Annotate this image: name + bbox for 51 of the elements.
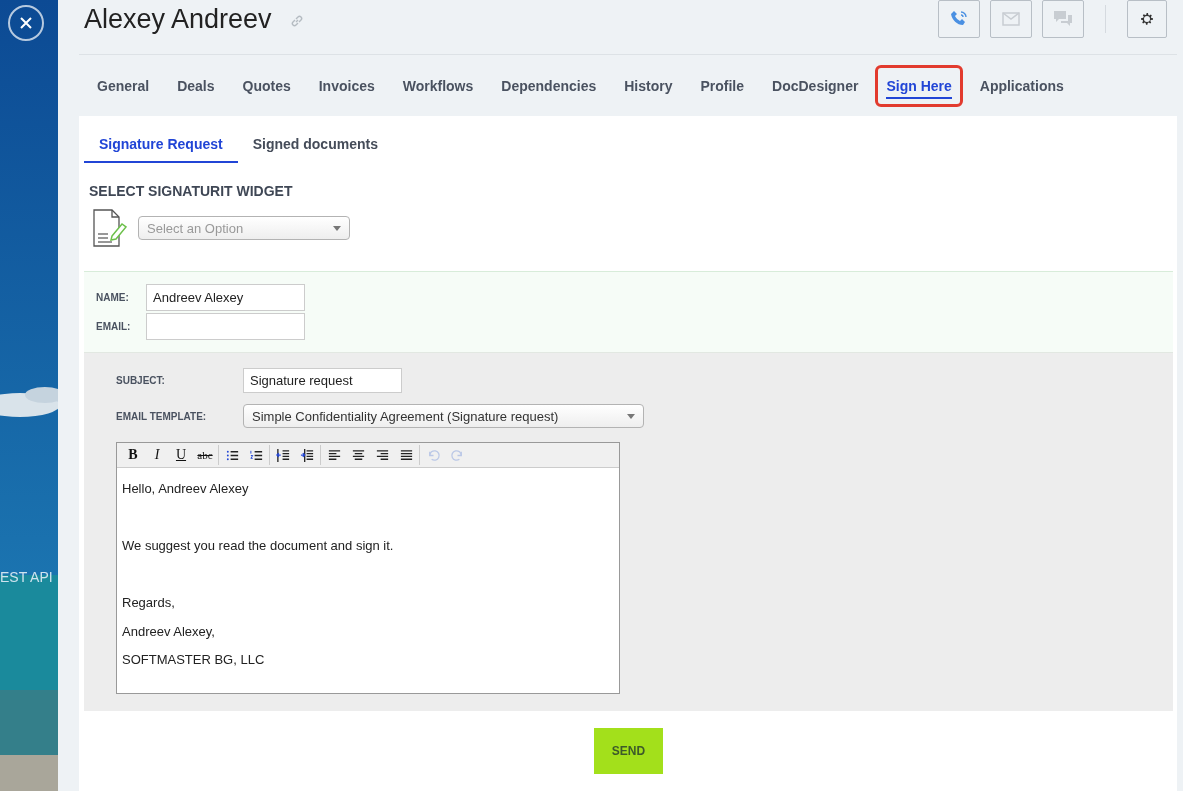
send-button[interactable]: SEND <box>594 728 663 774</box>
field-label: NAME: <box>96 292 130 303</box>
align-center-icon <box>350 447 366 463</box>
settings-icon <box>1138 10 1156 28</box>
mail-icon <box>1001 11 1021 27</box>
tab[interactable]: Dependencies <box>490 64 608 107</box>
tab[interactable]: DocDesigner <box>761 64 870 107</box>
subtab[interactable]: Signed documents <box>237 126 393 163</box>
subject-field[interactable]: Signature request <box>243 367 402 393</box>
template-select[interactable]: Simple Confidentiality Agreement (Signature request) <box>243 404 644 428</box>
field-label: SUBJECT: <box>116 374 165 386</box>
underline-button[interactable]: U <box>169 445 193 465</box>
dropdown-caret-icon <box>627 413 635 419</box>
tab[interactable]: Applications <box>968 64 1075 107</box>
field-label: EMAIL TEMPLATE: <box>116 410 207 422</box>
redo-icon <box>449 447 465 463</box>
tab[interactable]: History <box>613 64 684 107</box>
background-text: EST API <box>0 569 53 585</box>
tab[interactable]: Sign Here <box>875 64 963 107</box>
indent-icon <box>299 447 315 463</box>
bold-button[interactable]: B <box>121 445 145 465</box>
name-field[interactable]: Andreev Alexey <box>146 284 305 311</box>
rich-text-editor[interactable]: B I U abc Hello, Andreev Alexey We suggest you read the document and sign it. Regards, Andreev Alexey, SOFTMASTER BG, LLC <box>116 442 620 694</box>
close-icon <box>19 16 33 30</box>
outdent-icon <box>275 447 291 463</box>
email-body-line: We suggest you read the document and sign it. <box>122 537 395 555</box>
justify-icon <box>398 447 414 463</box>
phone-button[interactable] <box>938 0 980 38</box>
section-heading: SELECT SIGNATURIT WIDGET <box>89 183 294 199</box>
email-body-line: Regards, <box>122 594 176 612</box>
tab[interactable]: General <box>86 64 161 107</box>
email-body-line: SOFTMASTER BG, LLC <box>122 651 266 669</box>
dropdown-caret-icon <box>333 225 341 231</box>
contact-name: Alexey Andreev <box>84 3 272 35</box>
strike-button[interactable]: abc <box>193 445 217 465</box>
tab[interactable]: Profile <box>689 64 756 107</box>
tab[interactable]: Workflows <box>391 64 485 107</box>
tab[interactable]: Deals <box>166 64 226 107</box>
subtab[interactable]: Signature Request <box>84 126 238 163</box>
email-body-line: Hello, Andreev Alexey <box>122 480 250 498</box>
document-pen-icon <box>92 208 130 248</box>
email-field[interactable] <box>146 313 305 340</box>
tab[interactable]: Quotes <box>231 64 302 107</box>
settings-button[interactable] <box>1127 0 1167 38</box>
tab[interactable]: Invoices <box>307 64 386 107</box>
align-left-icon <box>326 447 342 463</box>
align-right-icon <box>374 447 390 463</box>
italic-button[interactable]: I <box>145 445 169 465</box>
close-button[interactable] <box>8 5 44 41</box>
field-label: EMAIL: <box>96 321 132 332</box>
email-body-line: Andreev Alexey, <box>122 622 216 641</box>
